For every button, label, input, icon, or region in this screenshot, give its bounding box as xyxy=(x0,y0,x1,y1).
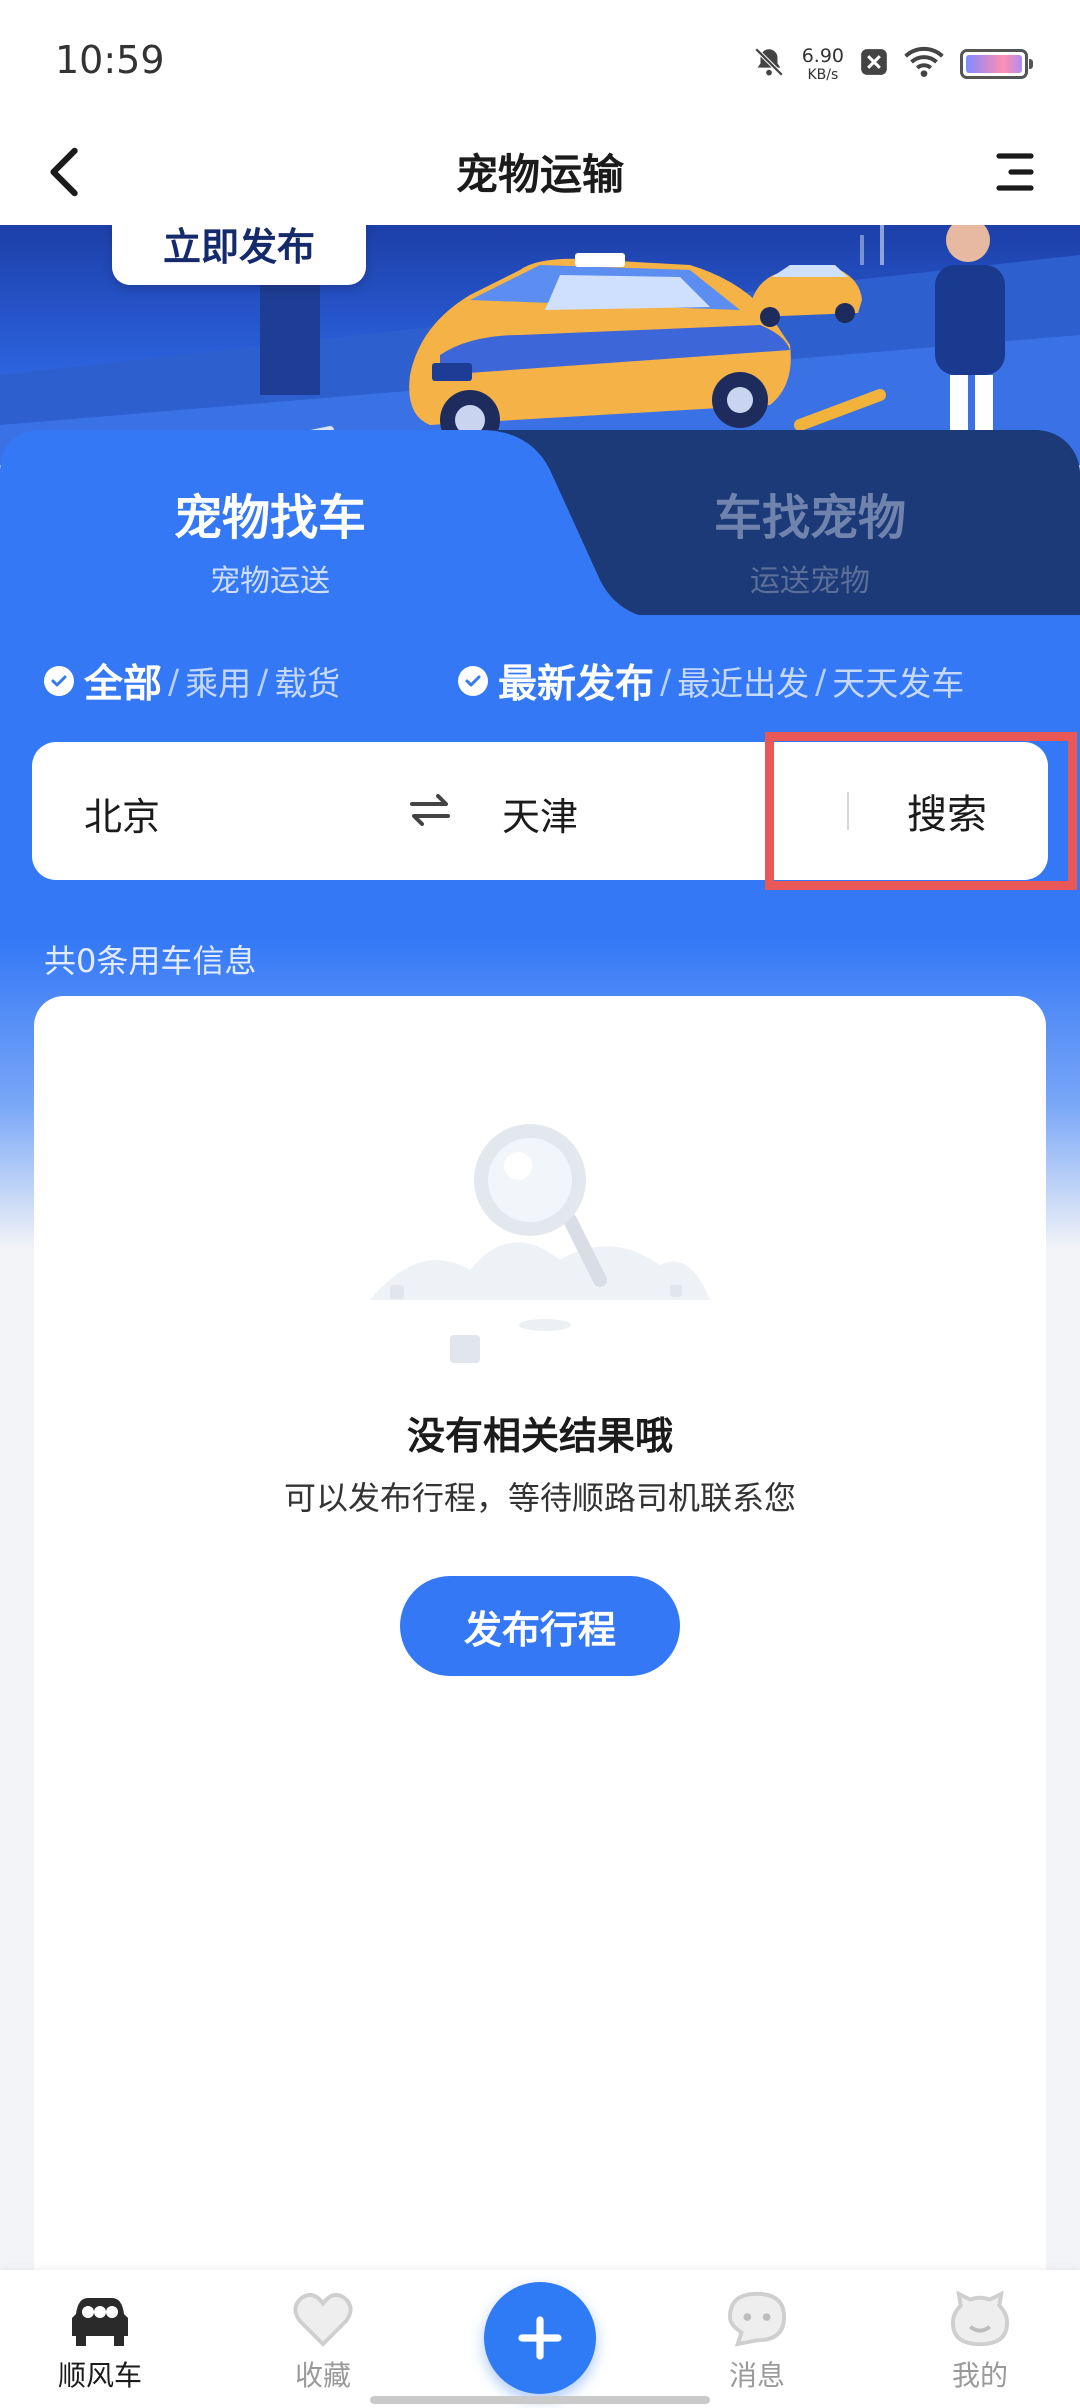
sort-daily[interactable]: 天天发车 xyxy=(832,657,964,705)
home-indicator xyxy=(370,2396,710,2404)
net-speed-unit: KB/s xyxy=(807,66,839,83)
heart-icon xyxy=(293,2293,353,2347)
net-speed: 6.90 KB/s xyxy=(801,44,844,83)
sort-latest[interactable]: 最新发布 xyxy=(498,653,654,709)
empty-title: 没有相关结果哦 xyxy=(406,1414,673,1458)
plus-icon xyxy=(518,2316,562,2360)
status-bar: 10:59 6.90 KB/s xyxy=(0,0,1080,115)
filter-type-passenger[interactable]: 乘用 xyxy=(185,657,251,705)
tab-pet-find-car[interactable]: 宠物找车 宠物运送 xyxy=(100,478,440,600)
tab-car-find-pet[interactable]: 车找宠物 运送宠物 xyxy=(640,478,980,600)
battery-icon xyxy=(960,49,1033,79)
wifi-icon xyxy=(904,46,944,82)
add-button[interactable] xyxy=(484,2282,596,2394)
nav-label: 我的 xyxy=(951,2359,1008,2392)
nav-label: 消息 xyxy=(728,2359,785,2392)
swap-icon[interactable] xyxy=(404,782,456,838)
net-speed-value: 6.90 xyxy=(801,44,844,67)
empty-search-illustration xyxy=(370,1124,710,1363)
type-filter: 全部 / 乘用 / 载货 xyxy=(44,653,340,709)
nav-item-profile[interactable]: 我的 xyxy=(905,2290,1055,2394)
chat-icon xyxy=(727,2291,787,2347)
nav-item-favorites[interactable]: 收藏 xyxy=(248,2290,398,2394)
tab-label: 宠物找车 xyxy=(173,490,366,546)
profile-icon xyxy=(950,2290,1010,2347)
to-city-field[interactable]: 天津 xyxy=(502,786,578,841)
tab-sublabel: 宠物运送 xyxy=(210,564,330,599)
bell-off-icon xyxy=(752,45,786,83)
menu-button[interactable] xyxy=(980,137,1050,207)
status-icons: 6.90 KB/s xyxy=(752,42,1033,86)
nav-item-messages[interactable]: 消息 xyxy=(682,2290,832,2394)
tab-label: 车找宠物 xyxy=(713,490,906,546)
status-time: 10:59 xyxy=(55,38,165,82)
nav-label: 顺风车 xyxy=(57,2359,142,2392)
publish-now-button[interactable]: 立即发布 xyxy=(112,225,366,285)
car-icon xyxy=(72,2298,128,2346)
highlight-box xyxy=(765,732,1077,890)
nav-item-rideshare[interactable]: 顺风车 xyxy=(25,2290,175,2394)
result-count: 共0条用车信息 xyxy=(44,942,257,980)
publish-trip-button[interactable]: 发布行程 xyxy=(400,1576,680,1676)
page-title: 宠物运输 xyxy=(455,150,624,199)
check-circle-icon xyxy=(458,666,488,696)
filter-type-cargo[interactable]: 载货 xyxy=(274,657,340,705)
filter-type-all[interactable]: 全部 xyxy=(84,653,162,709)
empty-subtitle: 可以发布行程，等待顺路司机联系您 xyxy=(283,1479,796,1517)
from-city-field[interactable]: 北京 xyxy=(84,786,160,841)
menu-icon xyxy=(996,153,1034,191)
sort-filter: 最新发布 / 最近出发 / 天天发车 xyxy=(458,653,964,709)
close-box-icon xyxy=(860,48,888,80)
tab-sublabel: 运送宠物 xyxy=(750,564,870,599)
sort-departing-soon[interactable]: 最近出发 xyxy=(677,657,809,705)
promo-banner[interactable]: 立即发布 xyxy=(0,225,1080,465)
nav-label: 收藏 xyxy=(294,2359,351,2392)
top-app-bar: 宠物运输 xyxy=(0,115,1080,225)
check-circle-icon xyxy=(44,666,74,696)
